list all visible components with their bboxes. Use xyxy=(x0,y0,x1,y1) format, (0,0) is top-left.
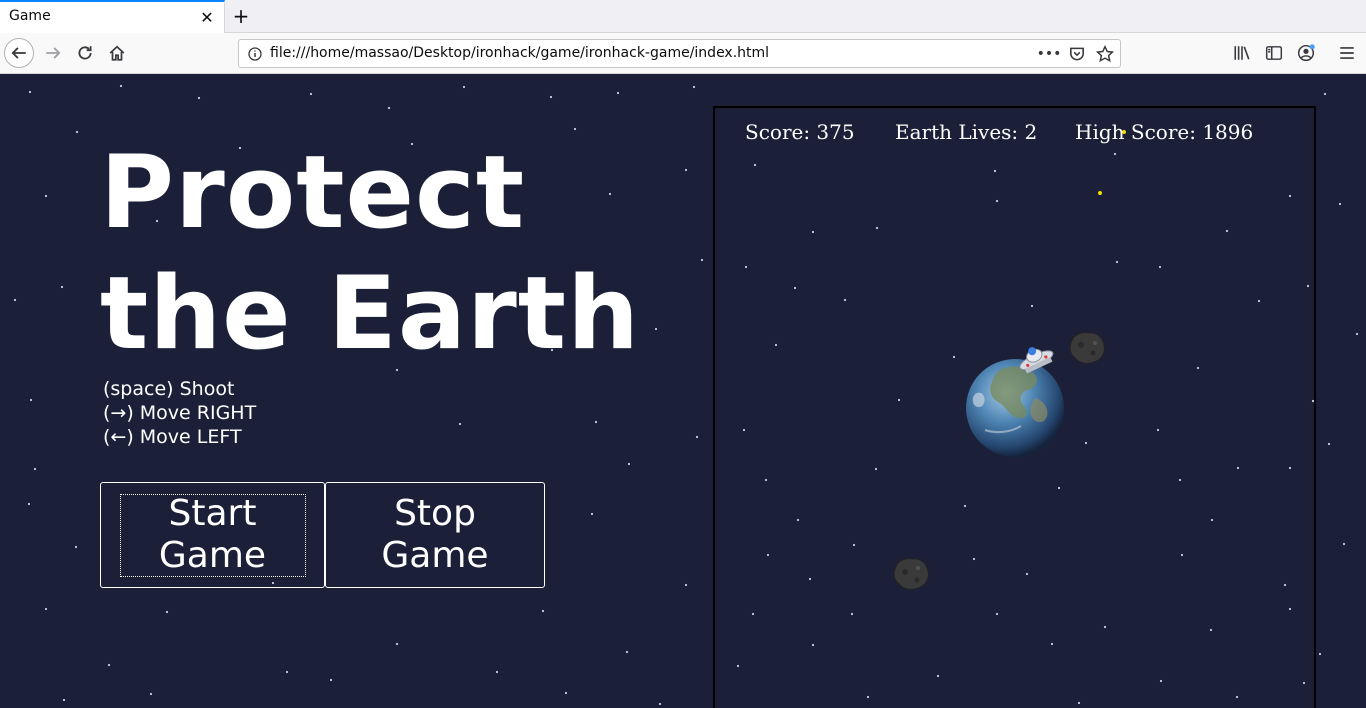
title-line-1: Protect xyxy=(100,133,526,251)
library-icon[interactable] xyxy=(1233,44,1251,62)
stop-label-line-2: Game xyxy=(381,535,489,576)
new-tab-icon[interactable]: + xyxy=(230,5,252,27)
page-actions-icon[interactable]: ••• xyxy=(1037,45,1062,63)
reload-button[interactable] xyxy=(70,38,100,68)
reload-icon xyxy=(78,46,92,60)
page-title: Protect the Earth xyxy=(100,132,700,374)
game-page: Protect the Earth (space) Shoot (→) Move… xyxy=(0,74,1366,708)
info-icon[interactable] xyxy=(247,46,263,62)
control-shoot: (space) Shoot xyxy=(103,378,235,400)
high-score-display: High Score: 1896 xyxy=(1075,120,1254,144)
game-canvas[interactable]: Score: 375 Earth Lives: 2 High Score: 18… xyxy=(713,106,1316,708)
asteroid xyxy=(1069,332,1105,364)
home-button[interactable] xyxy=(102,38,132,68)
url-bar[interactable]: file:///home/massao/Desktop/ironhack/gam… xyxy=(238,39,1121,68)
forward-button[interactable] xyxy=(38,38,68,68)
score-display: Score: 375 xyxy=(745,120,855,144)
tab-title: Game xyxy=(9,8,51,24)
tab-game[interactable]: Game ✕ xyxy=(0,0,225,33)
stop-label-line-1: Stop xyxy=(394,493,476,534)
nav-bar: file:///home/massao/Desktop/ironhack/gam… xyxy=(0,33,1366,74)
controls-help: (space) Shoot (→) Move RIGHT (←) Move LE… xyxy=(103,377,256,449)
sidebar-icon[interactable] xyxy=(1265,44,1283,62)
title-line-2: the Earth xyxy=(100,254,640,372)
bullet xyxy=(1098,191,1102,195)
back-button[interactable] xyxy=(4,38,34,68)
focus-ring xyxy=(120,494,306,577)
url-text[interactable]: file:///home/massao/Desktop/ironhack/gam… xyxy=(270,45,769,61)
canvas-starfield xyxy=(736,130,1314,705)
arrow-right-icon xyxy=(46,47,61,59)
asteroid xyxy=(893,558,929,590)
control-move-left: (←) Move LEFT xyxy=(103,426,242,448)
arrow-left-icon xyxy=(11,47,26,59)
start-game-button[interactable]: Start Game xyxy=(100,482,325,588)
home-icon xyxy=(109,45,125,61)
menu-icon[interactable] xyxy=(1338,44,1356,62)
bookmark-star-icon[interactable] xyxy=(1096,45,1114,63)
close-tab-icon[interactable]: ✕ xyxy=(197,8,217,28)
earth-planet xyxy=(966,359,1064,457)
earth-lives-display: Earth Lives: 2 xyxy=(895,120,1038,144)
account-icon[interactable] xyxy=(1297,44,1315,62)
pocket-icon[interactable] xyxy=(1068,45,1086,63)
control-move-right: (→) Move RIGHT xyxy=(103,402,257,424)
stop-game-button[interactable]: Stop Game xyxy=(325,482,545,588)
tab-bar: Game ✕ + xyxy=(0,0,1366,33)
